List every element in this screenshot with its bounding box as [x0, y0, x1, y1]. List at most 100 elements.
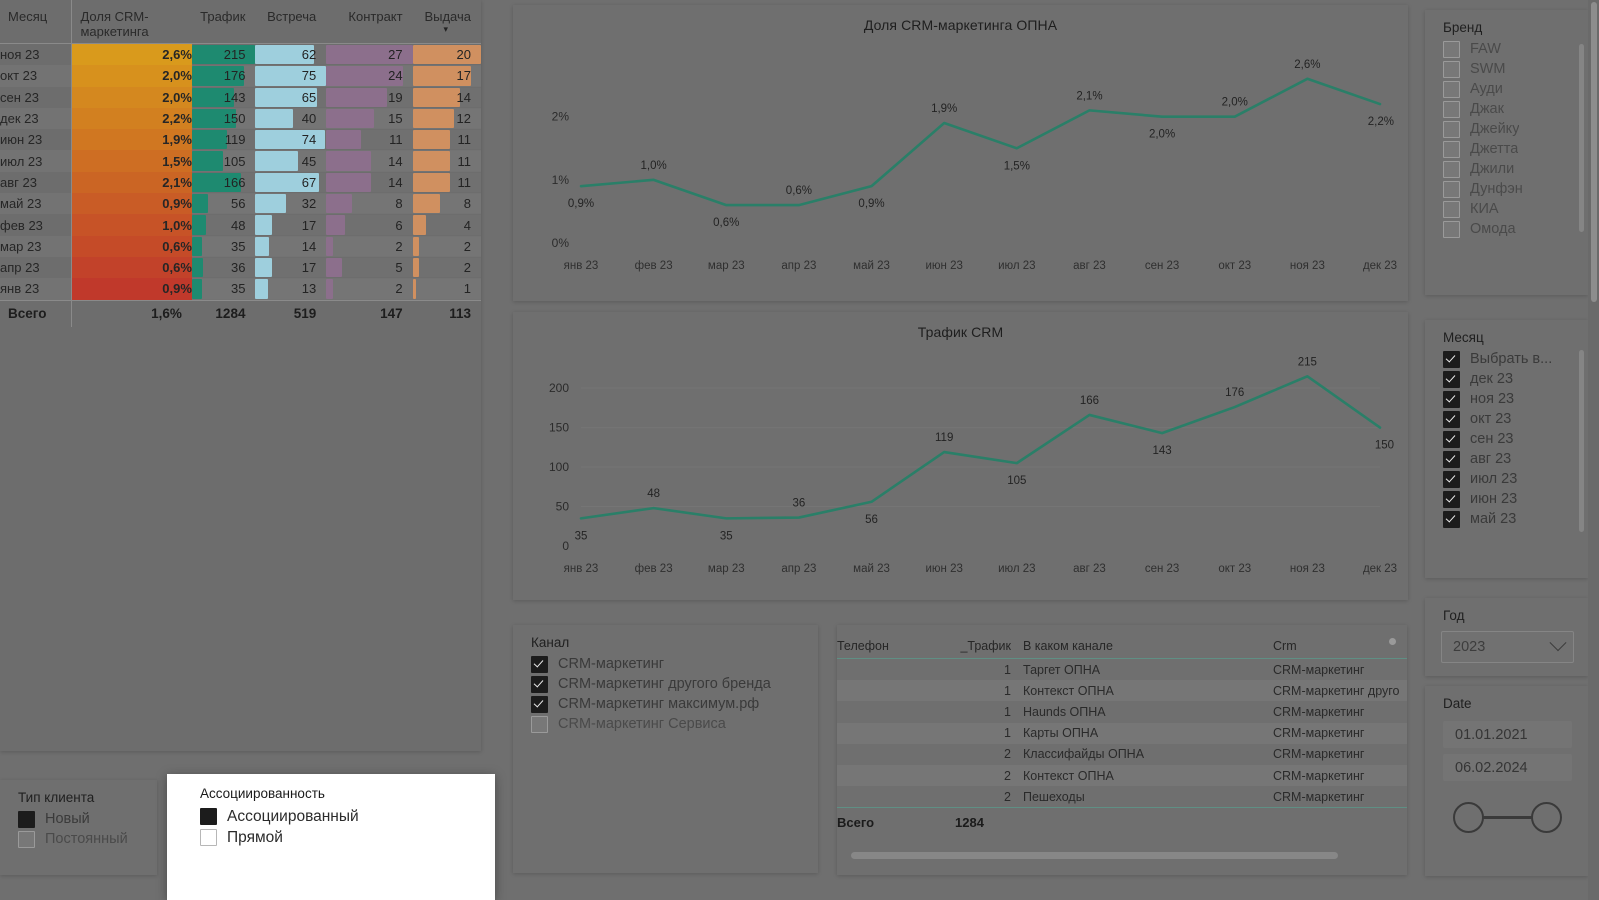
checkbox-icon[interactable] — [531, 675, 548, 693]
brand-scrollbar[interactable] — [1579, 44, 1584, 232]
row-share[interactable]: 1,0% — [71, 214, 192, 236]
table-row[interactable]: авг 23 2,1% 166 67 14 11 — [0, 171, 481, 194]
row-month[interactable]: ноя 23 — [0, 44, 72, 66]
table-row[interactable]: фев 23 1,0% 48 17 6 4 — [0, 214, 481, 236]
traffic-chart-panel[interactable]: Трафик CRM 0 50 100 150 200 35 48 35 36 56 119 105 1… — [513, 312, 1408, 600]
slicer-option[interactable]: Прямой — [167, 827, 495, 848]
col-header-delivery[interactable]: Выдача ▾ — [413, 0, 481, 44]
row-contract[interactable]: 27 — [326, 44, 413, 66]
row-month[interactable]: сен 23 — [0, 87, 72, 108]
col-header-traffic[interactable]: Трафик — [192, 0, 256, 44]
row-traffic[interactable]: 48 — [191, 214, 256, 235]
detail-col-phone[interactable]: Телефон — [837, 625, 945, 659]
table-row[interactable]: 2 Контекст ОПНА CRM-маркетинг — [837, 764, 1407, 787]
detail-col-crm[interactable]: Crm — [1273, 625, 1407, 659]
row-traffic[interactable]: 176 — [191, 65, 256, 87]
table-row[interactable]: май 23 0,9% 56 32 8 8 — [0, 193, 481, 215]
table-row[interactable]: 2 Пешеходы CRM-маркетинг — [837, 786, 1407, 808]
table-row[interactable]: ноя 23 2,6% 215 62 27 20 — [0, 43, 481, 66]
slicer-option[interactable]: сен 23 — [1425, 429, 1588, 449]
checkbox-icon[interactable] — [18, 830, 35, 848]
row-traffic[interactable]: 36 — [191, 257, 256, 278]
checkbox-icon[interactable] — [1443, 200, 1460, 218]
checkbox-icon[interactable] — [1443, 80, 1460, 98]
slicer-option[interactable]: CRM-маркетинг Сервиса — [513, 714, 818, 734]
slicer-option[interactable]: Джак — [1425, 99, 1588, 119]
row-month[interactable]: июл 23 — [0, 150, 72, 172]
checkbox-icon[interactable] — [1443, 430, 1460, 448]
month-scrollbar[interactable] — [1579, 350, 1584, 532]
row-traffic[interactable]: 35 — [191, 235, 256, 257]
row-contract[interactable]: 2 — [326, 278, 413, 301]
checkbox-icon[interactable] — [1443, 140, 1460, 158]
channel-option-list[interactable]: CRM-маркетинг CRM-маркетинг другого бренд… — [513, 654, 818, 734]
table-row[interactable]: 1 Таргет ОПНА CRM-маркетинг — [837, 659, 1407, 681]
row-delivery[interactable]: 20 — [412, 44, 481, 66]
col-header-contract[interactable]: Контракт — [326, 0, 412, 44]
checkbox-icon[interactable] — [531, 695, 548, 713]
association-slicer-popup[interactable]: Ассоциированность Ассоциированный Прямой — [167, 774, 495, 900]
row-traffic[interactable]: 35 — [191, 278, 256, 301]
checkbox-icon[interactable] — [200, 829, 217, 846]
detail-horizontal-scrollbar[interactable] — [851, 852, 1338, 859]
slicer-option[interactable]: Выбрать в... — [1425, 349, 1588, 369]
date-from-field[interactable]: 01.01.2021 — [1443, 721, 1572, 748]
checkbox-icon[interactable] — [1443, 370, 1460, 388]
date-slider-handle-left[interactable] — [1453, 802, 1484, 833]
row-traffic[interactable]: 150 — [191, 107, 256, 130]
brand-slicer[interactable]: Бренд FAW SWM Ауди Джак Джейку Джетта Джили Дун… — [1425, 10, 1588, 295]
row-share[interactable]: 1,9% — [71, 129, 192, 151]
checkbox-icon[interactable] — [1443, 450, 1460, 468]
table-row[interactable]: июл 23 1,5% 105 45 14 11 — [0, 150, 481, 172]
date-to-field[interactable]: 06.02.2024 — [1443, 754, 1572, 781]
checkbox-icon[interactable] — [1443, 410, 1460, 428]
row-share[interactable]: 2,2% — [71, 107, 192, 130]
row-contract[interactable]: 6 — [326, 214, 413, 235]
row-meeting[interactable]: 74 — [255, 129, 327, 150]
checkbox-icon[interactable] — [1443, 180, 1460, 198]
page-scrollbar-thumb[interactable] — [1591, 2, 1597, 302]
row-contract[interactable]: 11 — [326, 129, 413, 150]
row-month[interactable]: окт 23 — [0, 65, 72, 87]
table-row[interactable]: июн 23 1,9% 119 74 11 11 — [0, 129, 481, 151]
checkbox-icon[interactable] — [1443, 220, 1460, 238]
table-row[interactable]: апр 23 0,6% 36 17 5 2 — [0, 256, 481, 279]
date-slicer[interactable]: Date 01.01.2021 06.02.2024 — [1425, 686, 1588, 876]
row-month[interactable]: мар 23 — [0, 235, 72, 257]
row-contract[interactable]: 8 — [326, 193, 413, 215]
row-month[interactable]: дек 23 — [0, 107, 72, 130]
row-delivery[interactable]: 11 — [412, 150, 481, 172]
row-traffic[interactable]: 119 — [191, 129, 256, 150]
slicer-option[interactable]: Джейку — [1425, 119, 1588, 139]
row-delivery[interactable]: 17 — [412, 65, 481, 87]
association-option-list[interactable]: Ассоциированный Прямой — [167, 806, 495, 848]
slicer-option[interactable]: окт 23 — [1425, 409, 1588, 429]
row-month[interactable]: фев 23 — [0, 214, 72, 235]
table-row[interactable]: 2 Классифайды ОПНА CRM-маркетинг — [837, 744, 1407, 765]
row-meeting[interactable]: 32 — [255, 193, 327, 215]
checkbox-icon[interactable] — [1443, 100, 1460, 118]
row-traffic[interactable]: 56 — [191, 193, 256, 215]
brand-option-list[interactable]: FAW SWM Ауди Джак Джейку Джетта Джили Дунфэн КИА… — [1425, 39, 1588, 239]
table-row[interactable]: 1 Контекст ОПНА CRM-маркетинг друго — [837, 680, 1407, 702]
date-range-slider[interactable] — [1441, 797, 1574, 837]
slicer-option[interactable]: июл 23 — [1425, 469, 1588, 489]
row-contract[interactable]: 24 — [326, 65, 413, 87]
slicer-option[interactable]: Омода — [1425, 219, 1588, 239]
row-share[interactable]: 0,6% — [71, 256, 192, 279]
checkbox-icon[interactable] — [1443, 390, 1460, 408]
detail-table-panel[interactable]: Телефон _Трафик В каком канале Crm 1 Тарг… — [837, 625, 1407, 875]
checkbox-icon[interactable] — [1443, 470, 1460, 488]
row-contract[interactable]: 2 — [326, 235, 413, 257]
table-row[interactable]: янв 23 0,9% 35 13 2 1 — [0, 278, 481, 301]
row-meeting[interactable]: 65 — [255, 87, 327, 108]
page-scrollbar[interactable] — [1588, 0, 1599, 900]
checkbox-icon[interactable] — [1443, 60, 1460, 78]
detail-col-traffic[interactable]: _Трафик — [945, 625, 1023, 659]
slicer-option[interactable]: июн 23 — [1425, 489, 1588, 509]
year-slicer[interactable]: Год 2023 — [1425, 598, 1588, 676]
row-traffic[interactable]: 143 — [191, 87, 256, 108]
month-option-list[interactable]: Выбрать в... дек 23 ноя 23 окт 23 сен 23 авг … — [1425, 349, 1588, 529]
slicer-option[interactable]: Дунфэн — [1425, 179, 1588, 199]
row-meeting[interactable]: 13 — [255, 278, 327, 301]
